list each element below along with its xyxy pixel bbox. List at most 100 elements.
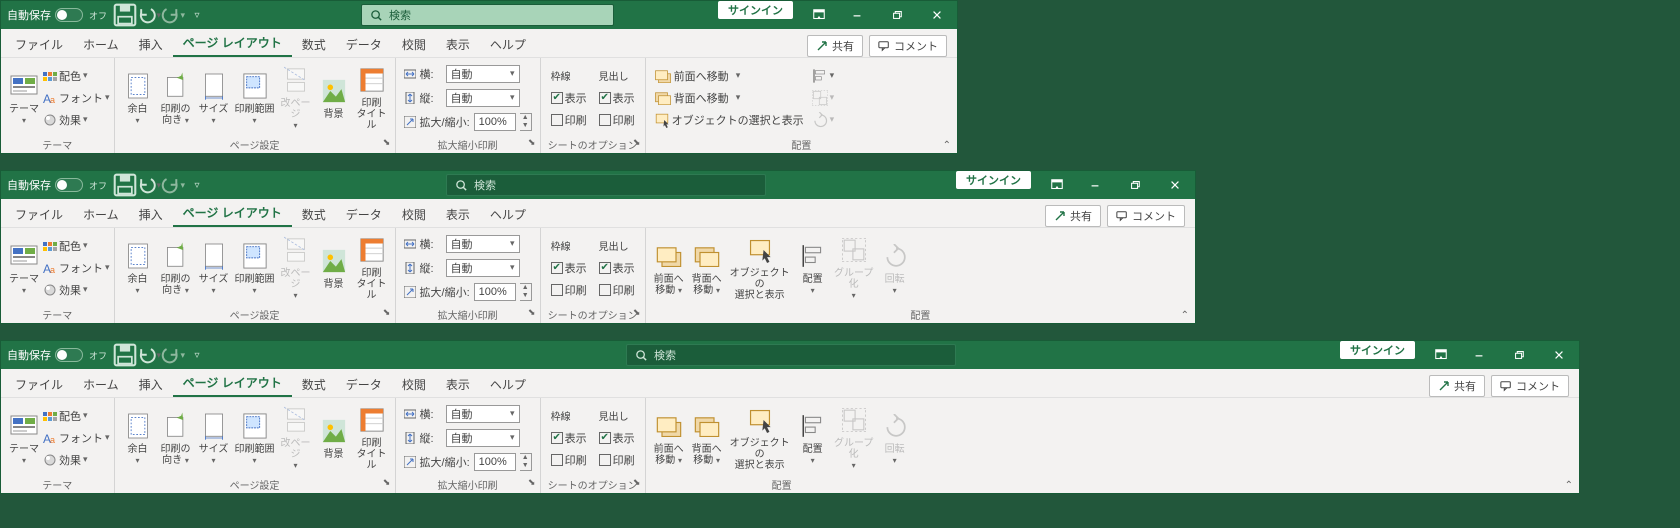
redo-icon[interactable]: ▾ [161,3,185,27]
breaks-button[interactable]: 改ページ▾ [277,62,315,134]
tab-insert[interactable]: 挿入 [129,202,173,227]
fonts-button[interactable]: フォント▾ [43,87,110,109]
restore-button[interactable] [1115,171,1155,199]
share-button[interactable]: 共有 [1045,205,1101,227]
spinner-arrows[interactable]: ▲▼ [520,283,532,301]
rotate-button[interactable]: 回転▾ [876,232,914,304]
margins-button[interactable]: 余白▾ [119,232,157,304]
align-compact-button[interactable]: ▾ [812,65,835,87]
signin-button[interactable]: サインイン [718,1,793,19]
headings-view-checkbox[interactable]: ✔表示 [599,87,635,109]
print-area-button[interactable]: 印刷範囲▾ [233,62,277,134]
width-combo[interactable]: 自動▾ [446,405,520,423]
comments-button[interactable]: コメント [1491,375,1569,397]
print-area-button[interactable]: 印刷範囲▾ [233,232,277,304]
effects-button[interactable]: 効果▾ [43,109,110,131]
signin-button[interactable]: サインイン [1340,341,1415,359]
ribbon-display-options-icon[interactable] [801,1,837,29]
tab-view[interactable]: 表示 [436,32,480,57]
tab-formulas[interactable]: 数式 [292,202,336,227]
minimize-button[interactable] [1075,171,1115,199]
gridlines-view-checkbox[interactable]: ✔表示 [551,427,587,449]
tab-file[interactable]: ファイル [5,202,73,227]
minimize-button[interactable] [1459,341,1499,369]
send-backward-button[interactable]: 背面へ移動 ▾ [688,232,726,304]
dialog-launcher-icon[interactable]: ⬊ [526,477,538,489]
tab-formulas[interactable]: 数式 [292,372,336,397]
print-titles-button[interactable]: 印刷タイトル [353,232,391,304]
restore-button[interactable] [877,1,917,29]
share-button[interactable]: 共有 [807,35,863,57]
breaks-button[interactable]: 改ページ▾ [277,232,315,304]
tab-page-layout[interactable]: ページ レイアウト [173,30,292,57]
qat-customize-icon[interactable]: ▿ [185,173,209,197]
tab-view[interactable]: 表示 [436,372,480,397]
autosave-toggle[interactable]: 自動保存 オフ [1,177,113,193]
themes-button[interactable]: テーマ▾ [5,62,43,134]
scale-spinner[interactable]: 100% [474,453,516,471]
headings-print-checkbox[interactable]: 印刷 [599,279,635,301]
bring-forward-button[interactable]: 前面へ移動 ▾ [650,402,688,474]
group-button[interactable]: グループ化▾ [832,402,876,474]
rotate-compact-button[interactable]: ▾ [812,109,835,131]
tab-view[interactable]: 表示 [436,202,480,227]
bring-forward-button[interactable]: 前面へ移動 ▾ [654,65,804,87]
align-button[interactable]: 配置▾ [794,232,832,304]
save-icon[interactable] [113,3,137,27]
scale-spinner[interactable]: 100% [474,113,516,131]
ribbon-display-options-icon[interactable] [1423,341,1459,369]
dialog-launcher-icon[interactable]: ⬊ [526,137,538,149]
headings-view-checkbox[interactable]: ✔表示 [599,257,635,279]
group-button[interactable]: グループ化▾ [832,232,876,304]
tab-insert[interactable]: 挿入 [129,32,173,57]
tab-home[interactable]: ホーム [73,32,129,57]
tab-file[interactable]: ファイル [5,32,73,57]
dialog-launcher-icon[interactable]: ⬊ [631,477,643,489]
margins-button[interactable]: 余白▾ [119,62,157,134]
orientation-button[interactable]: 印刷の向き ▾ [157,402,195,474]
colors-button[interactable]: 配色▾ [43,405,110,427]
headings-view-checkbox[interactable]: ✔表示 [599,427,635,449]
search-input[interactable]: 検索 [626,344,956,366]
height-combo[interactable]: 自動▾ [446,429,520,447]
collapse-ribbon-icon[interactable]: ⌃ [1565,480,1573,491]
group-compact-button[interactable]: ▾ [812,87,835,109]
print-area-button[interactable]: 印刷範囲▾ [233,402,277,474]
autosave-toggle[interactable]: 自動保存 オフ [1,347,113,363]
autosave-toggle[interactable]: 自動保存 オフ [1,7,113,23]
undo-icon[interactable]: ▾ [137,343,161,367]
undo-icon[interactable]: ▾ [137,173,161,197]
tab-data[interactable]: データ [336,202,392,227]
redo-icon[interactable]: ▾ [161,173,185,197]
bring-forward-button[interactable]: 前面へ移動 ▾ [650,232,688,304]
themes-button[interactable]: テーマ▾ [5,402,43,474]
dialog-launcher-icon[interactable]: ⬊ [631,137,643,149]
print-titles-button[interactable]: 印刷タイトル [353,402,391,474]
gridlines-view-checkbox[interactable]: ✔表示 [551,257,587,279]
selection-pane-button[interactable]: オブジェクトの選択と表示 [726,402,794,474]
fonts-button[interactable]: フォント▾ [43,257,110,279]
tab-review[interactable]: 校閲 [392,372,436,397]
tab-data[interactable]: データ [336,32,392,57]
tab-help[interactable]: ヘルプ [480,372,536,397]
size-button[interactable]: サイズ▾ [195,232,233,304]
tab-insert[interactable]: 挿入 [129,372,173,397]
send-backward-button[interactable]: 背面へ移動 ▾ [688,402,726,474]
undo-icon[interactable]: ▾ [137,3,161,27]
tab-data[interactable]: データ [336,372,392,397]
spinner-arrows[interactable]: ▲▼ [520,113,532,131]
size-button[interactable]: サイズ▾ [195,402,233,474]
background-button[interactable]: 背景 [315,62,353,134]
gridlines-view-checkbox[interactable]: ✔表示 [551,87,587,109]
align-button[interactable]: 配置▾ [794,402,832,474]
breaks-button[interactable]: 改ページ▾ [277,402,315,474]
effects-button[interactable]: 効果▾ [43,279,110,301]
background-button[interactable]: 背景 [315,402,353,474]
tab-page-layout[interactable]: ページ レイアウト [173,370,292,397]
comments-button[interactable]: コメント [1107,205,1185,227]
search-input[interactable]: 検索 [446,174,766,196]
minimize-button[interactable] [837,1,877,29]
share-button[interactable]: 共有 [1429,375,1485,397]
save-icon[interactable] [113,173,137,197]
selection-pane-button[interactable]: オブジェクトの選択と表示 [726,232,794,304]
